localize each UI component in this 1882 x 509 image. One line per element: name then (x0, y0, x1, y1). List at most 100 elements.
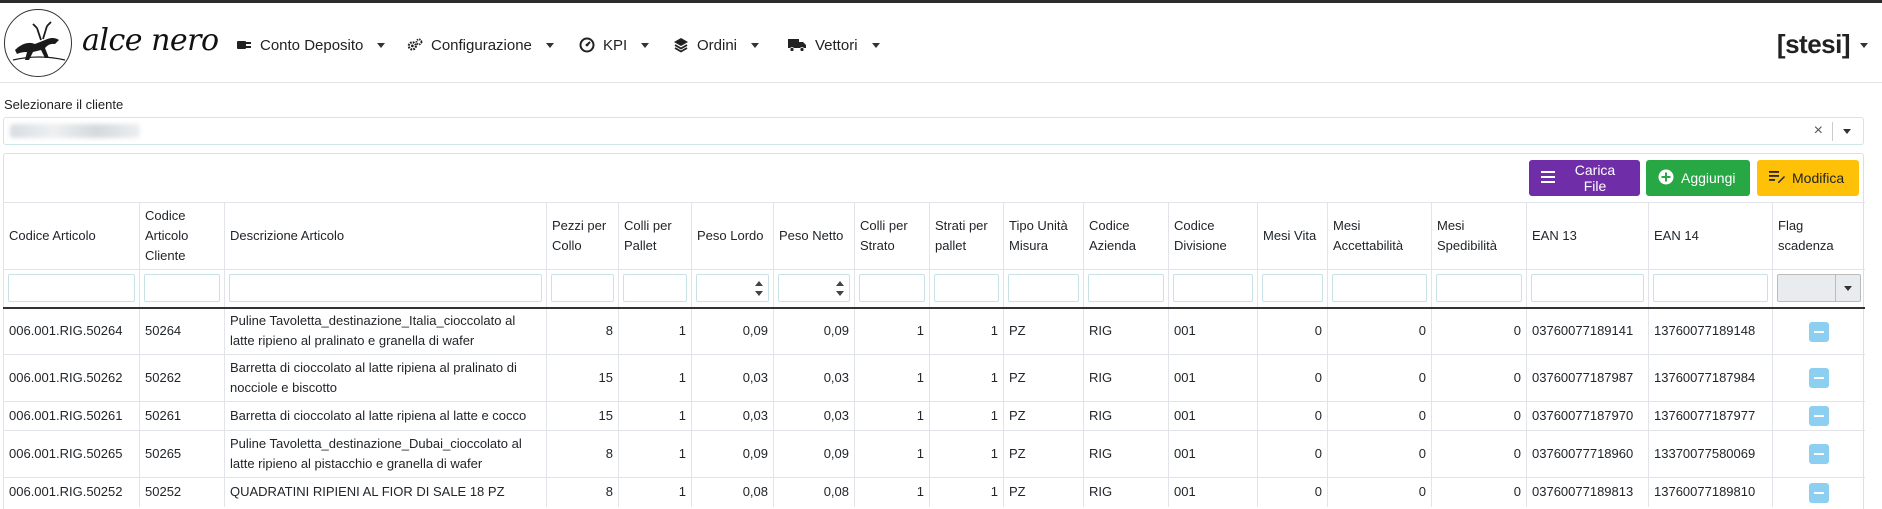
flag-minus-icon[interactable] (1808, 444, 1829, 465)
table-cell: 1 (618, 307, 692, 355)
client-value-redacted (10, 124, 140, 138)
nav-ordini[interactable]: Ordini (673, 33, 760, 57)
filter-input[interactable] (8, 274, 135, 303)
col-header[interactable]: Codice Articolo (3, 202, 140, 270)
table-row[interactable]: 006.001.RIG.50252 50252 QUADRATINI RIPIENI… (3, 477, 1865, 507)
filter-input[interactable] (1653, 274, 1768, 303)
table-cell: 0 (1431, 401, 1527, 431)
table-cell: 1 (618, 430, 692, 478)
col-header[interactable]: Colli per Strato (854, 202, 930, 270)
plus-circle-icon (1658, 169, 1674, 188)
table-cell: 0 (1327, 307, 1432, 355)
table-cell: PZ (1003, 430, 1084, 478)
flag-minus-icon[interactable] (1808, 321, 1829, 342)
carica-file-label: Carica File (1574, 162, 1616, 194)
table-cell: 0,08 (691, 477, 774, 507)
col-header[interactable]: Mesi Vita (1257, 202, 1328, 270)
carica-file-button[interactable]: Carica File (1529, 160, 1640, 196)
table-cell: PZ (1003, 307, 1084, 355)
table-cell: 1 (929, 307, 1004, 355)
nav-kpi[interactable]: KPI (579, 33, 650, 57)
table-cell: PZ (1003, 401, 1084, 431)
menu-icon (1541, 170, 1555, 186)
cogs-icon (407, 37, 423, 53)
col-header[interactable]: Codice Articolo Cliente (139, 202, 225, 270)
flag-minus-icon[interactable] (1808, 368, 1829, 389)
filter-input[interactable] (1436, 274, 1522, 303)
col-header[interactable]: Colli per Pallet (618, 202, 692, 270)
spinner-icon[interactable] (754, 278, 764, 300)
col-header[interactable]: Descrizione Articolo (224, 202, 547, 270)
col-header[interactable]: Peso Lordo (691, 202, 774, 270)
table-cell: 0 (1327, 401, 1432, 431)
col-header[interactable]: Peso Netto (773, 202, 855, 270)
table-cell: 0 (1431, 307, 1527, 355)
filter-row (3, 269, 1865, 309)
filter-input[interactable] (859, 274, 925, 303)
filter-input[interactable] (1332, 274, 1427, 303)
filter-number-input[interactable] (778, 274, 850, 303)
table-cell: 13760077189810 (1648, 477, 1773, 507)
table-cell: 1 (618, 354, 692, 402)
table-cell: RIG (1083, 354, 1169, 402)
table-cell: 001 (1168, 354, 1258, 402)
table-row[interactable]: 006.001.RIG.50264 50264 Puline Tavoletta_d… (3, 307, 1865, 355)
filter-input[interactable] (623, 274, 687, 303)
table-row[interactable]: 006.001.RIG.50265 50265 Puline Tavoletta_d… (3, 430, 1865, 478)
filter-input[interactable] (1008, 274, 1079, 303)
flag-minus-icon[interactable] (1808, 406, 1829, 427)
table-cell: 50264 (139, 307, 225, 355)
col-header[interactable]: Tipo Unità Misura (1003, 202, 1084, 270)
col-header[interactable]: EAN 13 (1526, 202, 1649, 270)
table-cell: 006.001.RIG.50261 (3, 401, 140, 431)
chevron-down-icon[interactable] (1843, 129, 1851, 134)
nav-label: Conto Deposito (260, 36, 364, 54)
chevron-down-icon[interactable] (1860, 43, 1868, 48)
table-cell: Puline Tavoletta_destinazione_Dubai_cioc… (224, 430, 547, 478)
table-cell: 1 (929, 401, 1004, 431)
clear-icon[interactable]: × (1814, 122, 1823, 140)
filter-input[interactable] (1088, 274, 1164, 303)
table-row[interactable]: 006.001.RIG.50262 50262 Barretta di ciocco… (3, 354, 1865, 402)
filter-input[interactable] (1262, 274, 1323, 303)
filter-input[interactable] (551, 274, 614, 303)
table-cell: QUADRATINI RIPIENI AL FIOR DI SALE 18 PZ (224, 477, 547, 507)
user-brand-menu[interactable]: [stesi] (1777, 29, 1851, 60)
table-cell: 0 (1431, 354, 1527, 402)
col-header[interactable]: Codice Azienda (1083, 202, 1169, 270)
col-header[interactable]: EAN 14 (1648, 202, 1773, 270)
col-header[interactable]: Strati per pallet (929, 202, 1004, 270)
col-header[interactable]: Mesi Spedibilità (1431, 202, 1527, 270)
spinner-icon[interactable] (835, 278, 845, 300)
table-cell: 1 (854, 477, 930, 507)
filter-number-input[interactable] (696, 274, 769, 303)
aggiungi-button[interactable]: Aggiungi (1646, 160, 1750, 196)
col-header[interactable]: Pezzi per Collo (546, 202, 619, 270)
table-cell: Puline Tavoletta_destinazione_Italia_cio… (224, 307, 547, 355)
client-select[interactable]: × (3, 117, 1864, 145)
col-header[interactable]: Flag scadenza (1772, 202, 1865, 270)
aggiungi-label: Aggiungi (1681, 170, 1736, 186)
modifica-button[interactable]: Modifica (1757, 160, 1859, 196)
filter-input[interactable] (934, 274, 999, 303)
logo-elk-icon[interactable] (4, 9, 72, 77)
nav-conto-deposito[interactable]: Conto Deposito (236, 33, 386, 57)
col-header[interactable]: Codice Divisione (1168, 202, 1258, 270)
flag-filter-select[interactable] (1777, 274, 1861, 303)
filter-input[interactable] (144, 274, 220, 303)
filter-input[interactable] (1173, 274, 1253, 303)
filter-input[interactable] (229, 274, 542, 303)
filter-input[interactable] (1531, 274, 1644, 303)
table-cell: Barretta di cioccolato al latte ripiena … (224, 401, 547, 431)
nav-configurazione[interactable]: Configurazione (407, 33, 554, 57)
table-cell: 001 (1168, 430, 1258, 478)
table-cell: 1 (929, 354, 1004, 402)
chevron-down-icon (377, 42, 386, 48)
col-header[interactable]: Mesi Accettabilità (1327, 202, 1432, 270)
table-cell: 1 (618, 401, 692, 431)
flag-minus-icon[interactable] (1808, 482, 1829, 503)
nav-vettori[interactable]: Vettori (787, 33, 880, 57)
table-cell: 1 (854, 354, 930, 402)
table-cell: 15 (546, 354, 619, 402)
table-row[interactable]: 006.001.RIG.50261 50261 Barretta di ciocco… (3, 401, 1865, 431)
